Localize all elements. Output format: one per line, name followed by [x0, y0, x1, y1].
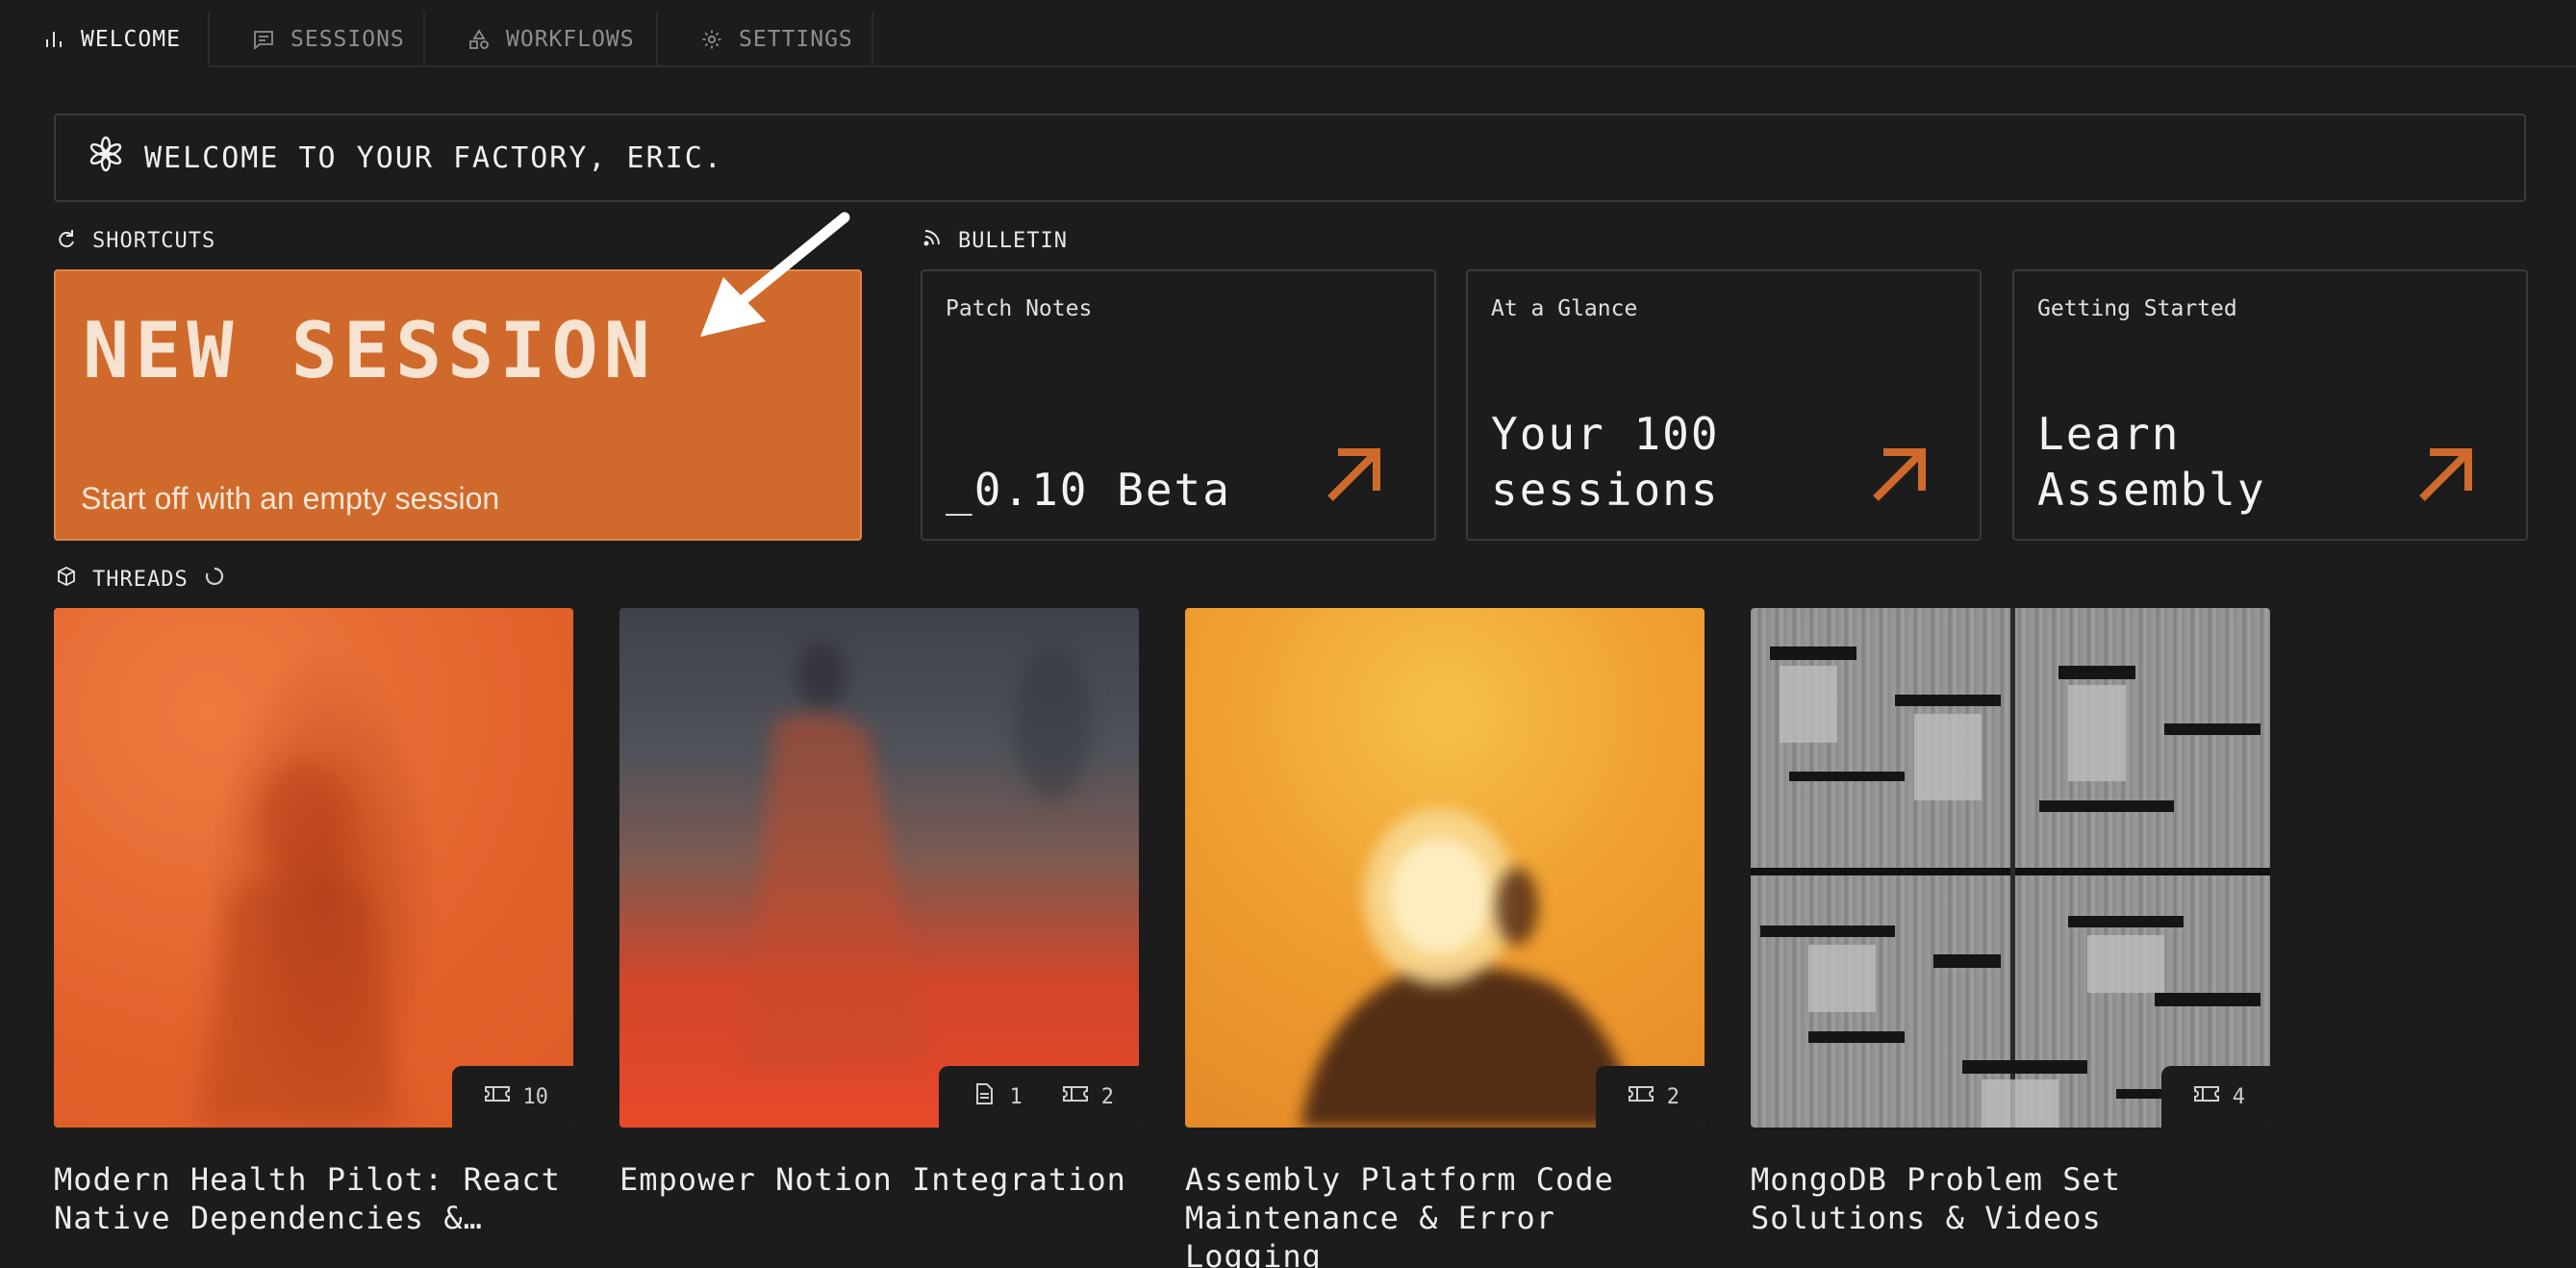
tab-settings[interactable]: SETTINGS: [658, 12, 873, 67]
thread-badge: 10: [451, 1066, 573, 1128]
tab-label: SETTINGS: [739, 27, 853, 52]
thread-title: MongoDB Problem Set Solutions & Videos: [1751, 1161, 2122, 1236]
rss-icon: [922, 227, 943, 254]
bulletin-card-value: Learn Assembly: [2037, 408, 2266, 516]
bulletin-heading: BULLETIN: [922, 227, 1068, 254]
ticket-count: 2: [1100, 1084, 1114, 1109]
bulletin-card-value: Your 100 sessions: [1491, 408, 1720, 516]
shortcuts-heading: SHORTCUTS: [56, 227, 215, 254]
tab-workflows[interactable]: WORKFLOWS: [425, 12, 658, 67]
tab-label: WORKFLOWS: [506, 27, 635, 52]
asterisk-flower-icon: [87, 135, 125, 181]
ticket-icon: [1627, 1082, 1655, 1111]
threads-label: THREADS: [92, 567, 189, 592]
arrow-up-right-icon: [1327, 448, 1380, 501]
thread-title: Empower Notion Integration: [619, 1161, 1126, 1198]
tab-welcome[interactable]: WELCOME: [0, 12, 210, 67]
thread-badge: 2: [1595, 1066, 1705, 1128]
thread-badge: 1 2: [938, 1066, 1139, 1128]
tab-label: SESSIONS: [290, 27, 405, 52]
thread-thumbnail: 1 2: [619, 608, 1139, 1128]
document-count: 1: [1009, 1084, 1023, 1109]
ticket-count: 4: [2232, 1084, 2245, 1109]
ticket-count: 2: [1666, 1084, 1679, 1109]
shapes-icon: [467, 28, 491, 51]
thread-badge: 4: [2160, 1066, 2270, 1128]
welcome-text: WELCOME TO YOUR FACTORY, ERIC.: [144, 140, 723, 175]
tab-sessions[interactable]: SESSIONS: [210, 12, 425, 67]
thread-thumbnail: 4: [1751, 608, 2270, 1128]
thread-title: Modern Health Pilot: React Native Depend…: [54, 1161, 561, 1236]
new-session-title: NEW SESSION: [83, 306, 656, 395]
bar-chart-icon: [42, 28, 65, 51]
tab-label: WELCOME: [81, 27, 181, 52]
box-icon: [56, 566, 77, 593]
bulletin-card-value: _0.10 Beta: [946, 464, 1231, 516]
ticket-icon: [1061, 1082, 1090, 1111]
threads-heading: THREADS: [56, 566, 225, 593]
gear-icon: [700, 28, 723, 51]
welcome-banner: WELCOME TO YOUR FACTORY, ERIC.: [54, 114, 2526, 202]
bulletin-card-patch-notes[interactable]: Patch Notes _0.10 Beta: [921, 269, 1436, 541]
tab-bar: WELCOME SESSIONS WORKFLOWS SETTINGS: [0, 12, 2576, 67]
bulletin-card-kicker: Patch Notes: [946, 296, 1093, 321]
new-session-subtitle: Start off with an empty session: [81, 481, 500, 516]
bulletin-card-kicker: At a Glance: [1491, 296, 1638, 321]
thread-title: Assembly Platform Code Maintenance & Err…: [1185, 1161, 1614, 1268]
thread-card[interactable]: 4 MongoDB Problem Set Solutions & Videos: [1751, 608, 2270, 1237]
thread-card[interactable]: 1 2 Empower Notion Integration: [619, 608, 1139, 1199]
document-icon: [970, 1082, 998, 1111]
pointer-arrow-icon: [700, 212, 850, 337]
bulletin-card-getting-started[interactable]: Getting Started Learn Assembly: [2012, 269, 2528, 541]
bulletin-card-at-a-glance[interactable]: At a Glance Your 100 sessions: [1466, 269, 1982, 541]
ticket-icon: [2192, 1082, 2221, 1111]
arrow-up-right-icon: [2419, 448, 2472, 501]
redo-arrow-icon: [56, 227, 77, 254]
thread-card[interactable]: 10 Modern Health Pilot: React Native Dep…: [54, 608, 573, 1237]
loading-spinner-icon: [204, 566, 225, 593]
ticket-icon: [483, 1082, 512, 1111]
chat-icon: [252, 28, 275, 51]
bulletin-label: BULLETIN: [958, 228, 1068, 253]
ticket-count: 10: [522, 1084, 549, 1109]
arrow-up-right-icon: [1873, 448, 1926, 501]
thread-thumbnail: 10: [54, 608, 573, 1128]
bulletin-card-kicker: Getting Started: [2037, 296, 2237, 321]
thread-card[interactable]: 2 Assembly Platform Code Maintenance & E…: [1185, 608, 1705, 1268]
shortcuts-label: SHORTCUTS: [92, 228, 216, 253]
thread-thumbnail: 2: [1185, 608, 1705, 1128]
